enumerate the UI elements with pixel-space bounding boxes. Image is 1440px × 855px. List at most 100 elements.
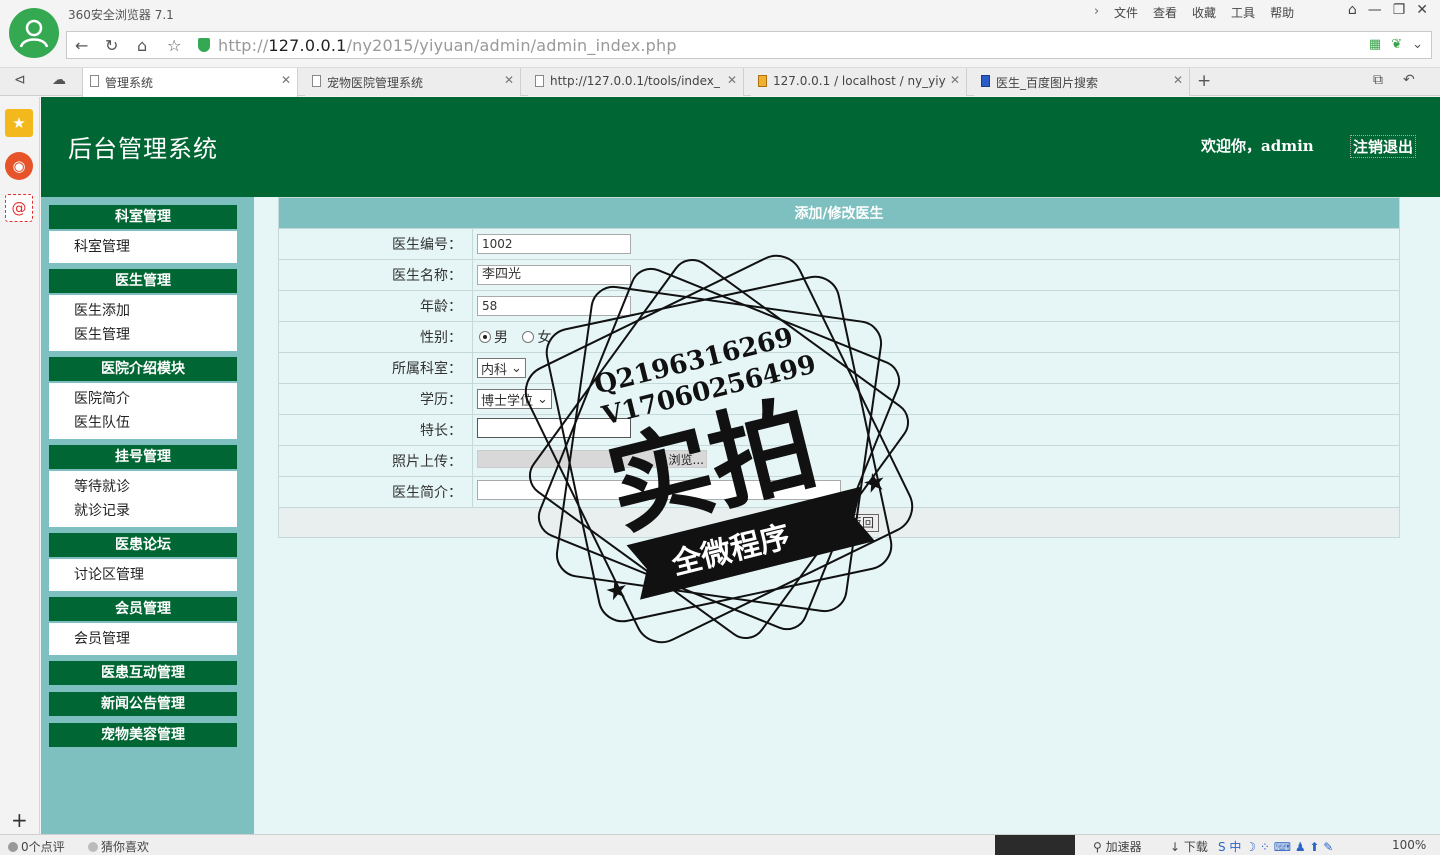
form-row-dept: 所属科室： 内科 ⌄ [278,352,1400,384]
form-row-gender: 性别： 男 女 [278,321,1400,353]
specialty-input[interactable] [477,418,631,438]
sidebar-head-doctors[interactable]: 医生管理 [49,269,237,293]
maximize-button[interactable]: ❐ [1393,2,1406,18]
weibo-icon[interactable]: ◉ [5,152,33,180]
tab-baidu-images[interactable]: 医生_百度图片搜索 ✕ [974,68,1190,96]
sidebar-item-department-manage[interactable]: 科室管理 [49,235,237,259]
user-avatar-icon[interactable] [9,8,59,58]
close-tab-icon[interactable]: ✕ [950,73,960,87]
baidu-paw-icon [981,75,990,87]
form-row-photo: 照片上传： 浏览... [278,445,1400,477]
logout-link[interactable]: 注销退出 [1350,135,1417,158]
sidebar-head-pet-grooming[interactable]: 宠物美容管理 [49,723,237,747]
status-bar: 0个点评 猜你喜欢 ⚲ 加速器 ↓ 下载 S 中 ☽ ⁘ ⌨ ♟ ⬆ ✎ 100… [0,834,1440,855]
tab-pet-hospital[interactable]: 宠物医院管理系统 ✕ [305,68,521,96]
sidebar-toggle-icon[interactable]: ⊲ [14,72,26,88]
gender-label: 性别： [278,321,473,353]
gender-female-radio[interactable] [522,331,535,343]
cloud-icon[interactable]: ☁ [52,72,66,88]
security-shield-icon [198,38,210,52]
address-bar: ← ↻ ⌂ ☆ http://127.0.0.1/ny2015/yiyuan/a… [0,28,1440,68]
sidebar-item-hospital-intro[interactable]: 医院简介 [49,387,237,411]
age-input[interactable]: 58 [477,296,631,316]
gender-male-radio[interactable] [479,331,491,343]
form-row-degree: 学历： 博士学位 ⌄ [278,383,1400,415]
mail-icon[interactable]: @ [5,194,33,222]
close-tab-icon[interactable]: ✕ [1173,73,1183,87]
add-icon[interactable]: + [11,808,28,832]
sidebar-group-departments: 科室管理 [49,231,237,263]
dept-select[interactable]: 内科 ⌄ [477,358,526,378]
sidebar-item-doctor-manage[interactable]: 医生管理 [49,323,237,347]
new-tab-button[interactable]: + [1197,71,1211,91]
restore-tabs-icon[interactable]: ⧉ [1373,72,1383,88]
rocket-icon: ⚲ [1093,840,1106,854]
browser-side-strip: ★ ◉ @ + [0,97,40,834]
ime-toolbar[interactable] [995,835,1075,855]
close-tab-icon[interactable]: ✕ [281,73,291,87]
degree-select[interactable]: 博士学位 ⌄ [477,389,552,409]
phpmyadmin-icon [758,75,767,87]
intro-input[interactable] [477,480,841,500]
menu-help[interactable]: 帮助 [1270,4,1294,21]
close-window-button[interactable]: ✕ [1416,2,1428,18]
app-header: 后台管理系统 欢迎你，admin 注销退出 [41,97,1440,197]
tab-admin-system[interactable]: 管理系统 ✕ [82,68,298,97]
sidebar-head-news[interactable]: 新闻公告管理 [49,692,237,716]
sidebar-item-forum-manage[interactable]: 讨论区管理 [49,563,237,587]
menu-tools[interactable]: 工具 [1231,4,1255,21]
accelerator-status[interactable]: ⚲ 加速器 [1093,838,1142,855]
browser-titlebar: 360安全浏览器 7.1 › 文件 查看 收藏 工具 帮助 ⌂ — ❐ ✕ [0,0,1440,28]
admin-sidebar: 科室管理 科室管理 医生管理 医生添加 医生管理 医院介绍模块 医院简介 医生队… [41,197,254,834]
tab-phpmyadmin[interactable]: 127.0.0.1 / localhost / ny_yiy ✕ [751,68,967,96]
sidebar-item-waiting[interactable]: 等待就诊 [49,475,237,499]
sidebar-head-departments[interactable]: 科室管理 [49,205,237,229]
sidebar-head-forum[interactable]: 医患论坛 [49,533,237,557]
sidebar-item-member-manage[interactable]: 会员管理 [49,627,237,651]
doctor-name-input[interactable]: 李四光 [477,265,631,285]
photo-upload-input[interactable]: 浏览... [477,450,707,468]
sidebar-item-doctor-team[interactable]: 医生队伍 [49,411,237,435]
star-icon[interactable]: ☆ [167,36,181,55]
sidebar-group-hospital-intro: 医院简介 医生队伍 [49,383,237,439]
sidebar-item-doctor-add[interactable]: 医生添加 [49,299,237,323]
sidebar-item-records[interactable]: 就诊记录 [49,499,237,523]
degree-label: 学历： [278,383,473,415]
skin-icon[interactable]: ⌂ [1348,2,1357,18]
menu-view[interactable]: 查看 [1153,4,1177,21]
chevron-right-icon[interactable]: › [1094,4,1099,19]
back-icon[interactable]: ← [75,36,88,55]
menu-file[interactable]: 文件 [1114,4,1138,21]
refresh-icon[interactable]: ↻ [105,36,118,55]
close-tab-icon[interactable]: ✕ [727,73,737,87]
guess-status[interactable]: 猜你喜欢 [88,838,149,855]
dept-label: 所属科室： [278,352,473,384]
menu-favorites[interactable]: 收藏 [1192,4,1216,21]
sidebar-head-members[interactable]: 会员管理 [49,597,237,621]
chevron-down-icon[interactable]: ⌄ [1412,37,1423,52]
tab-tools[interactable]: http://127.0.0.1/tools/index_ ✕ [528,68,744,96]
home-icon[interactable]: ⌂ [137,36,147,55]
zoom-level[interactable]: 100% [1392,838,1426,852]
url-input[interactable]: http://127.0.0.1/ny2015/yiyuan/admin/adm… [218,36,677,55]
browser-title: 360安全浏览器 7.1 [68,8,174,22]
doctor-id-input[interactable]: 1002 [477,234,631,254]
sidebar-head-registration[interactable]: 挂号管理 [49,445,237,469]
download-status[interactable]: ↓ 下载 [1170,838,1208,855]
browse-button[interactable]: 浏览... [669,451,704,468]
leaf-icon[interactable]: ❦ [1391,37,1402,52]
comments-status[interactable]: 0个点评 [8,838,65,855]
form-row-intro: 医生简介： [278,476,1400,508]
return-button[interactable]: 返回 [845,513,880,532]
ime-tray[interactable]: S 中 ☽ ⁘ ⌨ ♟ ⬆ ✎ [1218,838,1333,855]
comment-icon [8,842,18,852]
sidebar-head-interaction[interactable]: 医患互动管理 [49,661,237,685]
undo-close-icon[interactable]: ↶ [1403,72,1415,88]
chevron-down-icon: ⌄ [511,360,522,376]
sidebar-head-hospital-intro[interactable]: 医院介绍模块 [49,357,237,381]
favorites-star-icon[interactable]: ★ [5,109,33,137]
qr-code-icon[interactable]: ▦ [1369,37,1381,52]
minimize-button[interactable]: — [1368,2,1382,18]
form-row-id: 医生编号： 1002 [278,228,1400,260]
close-tab-icon[interactable]: ✕ [504,73,514,87]
